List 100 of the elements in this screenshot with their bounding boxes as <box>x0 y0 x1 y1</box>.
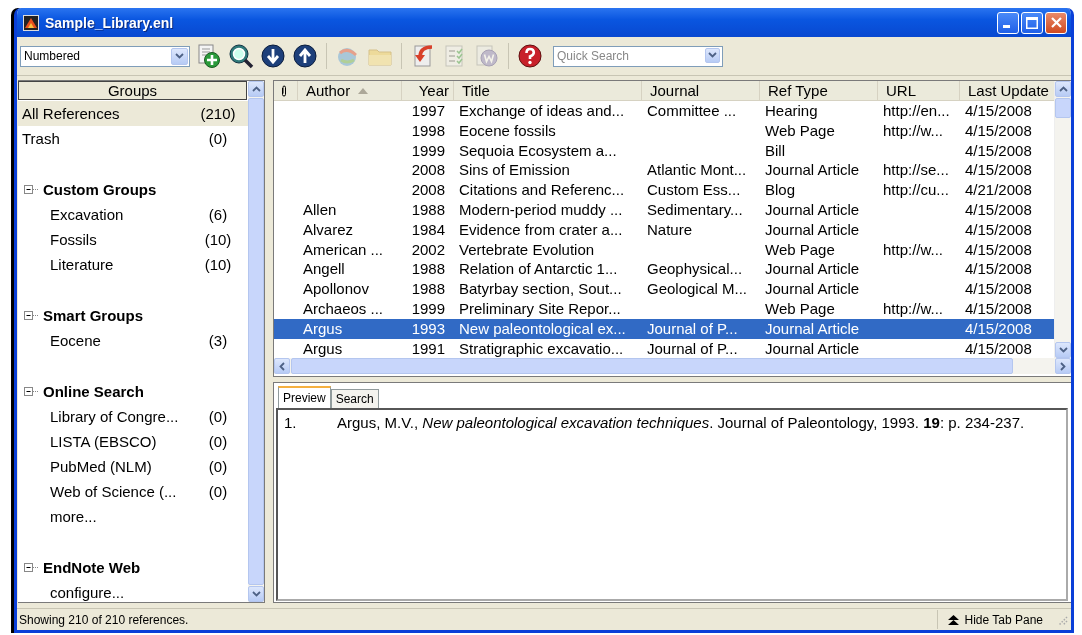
table-cell: 4/15/2008 <box>965 319 1032 337</box>
table-cell: 2008 <box>411 161 445 179</box>
up-arrow-icon[interactable] <box>290 41 320 71</box>
collapse-icon[interactable] <box>24 184 40 195</box>
table-cell: Stratigraphic excavatio... <box>459 339 624 357</box>
group-section-title[interactable]: Custom Groups <box>43 181 157 198</box>
group-item[interactable]: Web of Science (... (0) <box>18 479 248 504</box>
scroll-left-icon[interactable] <box>279 361 285 371</box>
globe-search-icon[interactable] <box>226 41 256 71</box>
table-cell: Relation of Antarctic 1... <box>459 260 618 278</box>
group-item[interactable]: Fossils (10) <box>18 227 248 252</box>
group-item[interactable]: Excavation (6) <box>18 202 248 227</box>
scroll-up-icon[interactable] <box>1058 86 1068 92</box>
table-cell: http://se... <box>883 161 949 179</box>
group-section-title[interactable]: Smart Groups <box>43 307 144 324</box>
table-cell: 2008 <box>411 181 445 199</box>
table-cell: Sins of Emission <box>459 161 570 179</box>
table-cell: Archaeos ... <box>303 299 384 317</box>
table-row[interactable]: American ... 2002 Vertebrate Evolution Web Page http://w... 4/15/2008 <box>274 239 1054 260</box>
table-cell: New paleontological ex... <box>459 319 626 337</box>
scroll-down-icon[interactable] <box>1058 347 1068 353</box>
scroll-thumb[interactable] <box>1055 98 1071 118</box>
table-row[interactable]: Argus 1993 New paleontological ex... Journal of P... Journal Article 4/15/2008 <box>274 318 1054 339</box>
minimize-icon <box>1002 25 1010 28</box>
column-header[interactable]: Ref Type <box>760 81 878 100</box>
group-item[interactable]: All References (210) <box>18 101 248 126</box>
table-cell: Bill <box>765 141 785 159</box>
scroll-down-icon[interactable] <box>251 591 261 597</box>
table-row[interactable]: Archaeos ... 1999 Preliminary Site Repor... Web Page http://w... 4/15/2008 <box>274 298 1054 319</box>
table-cell: Web Page <box>765 299 835 317</box>
citation-text: Argus, M.V., New paleontological excavation techniques. Journal of Paleontology, 1993. 19: p. 234-237. <box>337 414 1025 431</box>
column-header[interactable]: Journal <box>642 81 760 100</box>
table-cell: Argus <box>303 319 343 337</box>
group-section-title[interactable]: Online Search <box>43 383 144 400</box>
table-cell: Committee ... <box>647 102 737 119</box>
table-cell: 1997 <box>411 102 445 119</box>
resize-grip-icon[interactable] <box>1056 613 1068 626</box>
table-cell: Sequoia Ecosystem a... <box>459 141 617 159</box>
table-row[interactable]: Alvarez 1984 Evidence from crater a... Nature Journal Article 4/15/2008 <box>274 219 1054 240</box>
maximize-icon <box>1026 16 1038 29</box>
quick-search-field[interactable]: Quick Search <box>553 45 723 67</box>
column-header[interactable]: Title <box>454 81 642 100</box>
help-icon[interactable] <box>515 41 545 71</box>
table-row[interactable]: 2008 Citations and Referenc... Custom Ess... Blog http://cu... 4/21/2008 <box>274 180 1054 200</box>
table-cell: Citations and Referenc... <box>459 181 625 199</box>
group-item[interactable]: Literature (10) <box>18 252 248 277</box>
table-cell: Atlantic Mont... <box>647 161 747 179</box>
groups-header[interactable]: Groups <box>18 81 247 100</box>
group-item[interactable]: PubMed (NLM) (0) <box>18 454 248 479</box>
table-cell: Journal Article <box>765 280 860 298</box>
collapse-icon[interactable] <box>24 562 40 573</box>
table-row[interactable]: 2008 Sins of Emission Atlantic Mont... Journal Article http://se... 4/15/2008 <box>274 160 1054 181</box>
table-row[interactable]: 1997 Exchange of ideas and... Committee ... Hearing http://en... 4/15/2008 <box>274 101 1054 121</box>
hide-tab-pane-button[interactable]: Hide Tab Pane <box>937 610 1053 629</box>
group-section-title[interactable]: EndNote Web <box>43 559 141 576</box>
tab[interactable]: Preview <box>278 386 331 408</box>
group-item[interactable]: Trash (0) <box>18 126 248 151</box>
app-icon <box>23 14 39 31</box>
table-cell: Evidence from crater a... <box>459 220 623 238</box>
tab[interactable]: Search <box>330 389 379 408</box>
table-row[interactable]: Angell 1988 Relation of Antarctic 1... Geophysical... Journal Article 4/15/2008 <box>274 259 1054 280</box>
table-row[interactable]: Allen 1988 Modern-period muddy ... Sedimentary... Journal Article 4/15/2008 <box>274 200 1054 220</box>
group-item[interactable]: configure... <box>18 580 248 605</box>
table-cell: 4/15/2008 <box>965 141 1032 159</box>
group-item[interactable]: LISTA (EBSCO) (0) <box>18 429 248 454</box>
table-cell: 1988 <box>411 260 445 278</box>
close-button[interactable] <box>1045 11 1067 34</box>
table-cell: 4/15/2008 <box>965 299 1032 317</box>
table-cell: Web Page <box>765 121 835 139</box>
scroll-right-icon[interactable] <box>1060 361 1066 371</box>
table-cell: 1993 <box>411 319 445 337</box>
column-header[interactable]: Author <box>298 81 402 100</box>
column-header[interactable]: Year <box>402 81 454 100</box>
table-cell: Preliminary Site Repor... <box>459 299 621 317</box>
maximize-button[interactable] <box>1021 11 1043 34</box>
table-cell: Nature <box>647 220 693 238</box>
table-cell: http://w... <box>883 121 944 139</box>
group-item[interactable]: more... <box>18 504 248 529</box>
column-header[interactable]: URL <box>878 81 960 100</box>
table-row[interactable]: Argus 1991 Stratigraphic excavatio... Journal of P... Journal Article 4/15/2008 <box>274 338 1054 358</box>
scroll-up-icon[interactable] <box>251 86 261 92</box>
table-cell: Modern-period muddy ... <box>459 201 623 218</box>
group-item[interactable]: Eocene (3) <box>18 328 248 353</box>
minimize-button[interactable] <box>997 11 1019 34</box>
scrollbar[interactable] <box>1054 81 1071 358</box>
table-row[interactable]: 1999 Sequoia Ecosystem a... Bill 4/15/2008 <box>274 140 1054 161</box>
table-cell: http://en... <box>883 102 950 119</box>
chevron-down-icon <box>708 52 717 58</box>
style-dropdown[interactable]: Numbered <box>20 45 190 67</box>
double-up-arrow-icon <box>948 614 960 625</box>
collapse-icon[interactable] <box>24 386 40 397</box>
table-cell: 4/15/2008 <box>965 260 1032 278</box>
table-row[interactable]: Apollonov 1988 Batyrbay section, Sout... Geological M... Journal Article 4/15/2008 <box>274 279 1054 299</box>
collapse-icon[interactable] <box>24 310 40 321</box>
down-arrow-icon[interactable] <box>258 41 288 71</box>
table-cell: 1991 <box>411 339 445 357</box>
group-item[interactable]: Library of Congre... (0) <box>18 404 248 429</box>
table-cell: 1999 <box>411 299 445 317</box>
table-cell: Web Page <box>765 240 835 258</box>
table-row[interactable]: 1998 Eocene fossils Web Page http://w... 4/15/2008 <box>274 120 1054 141</box>
